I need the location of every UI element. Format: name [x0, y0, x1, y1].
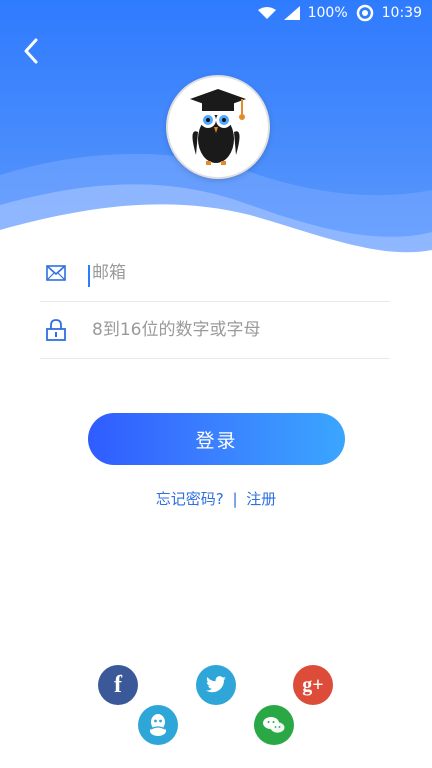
email-field[interactable] — [40, 245, 390, 302]
qq-penguin-icon — [150, 714, 166, 736]
back-button[interactable] — [18, 38, 44, 64]
login-button[interactable]: 登录 — [88, 413, 345, 465]
mail-icon — [42, 265, 70, 281]
wechat-button[interactable] — [254, 705, 294, 745]
clock: 10:39 — [381, 5, 422, 21]
qq-button[interactable] — [138, 705, 178, 745]
wifi-icon — [257, 6, 276, 20]
google-plus-icon: g+ — [302, 673, 324, 696]
status-bar: 100% 10:39 — [0, 0, 432, 26]
password-input[interactable] — [90, 314, 390, 346]
facebook-button[interactable]: f — [98, 665, 138, 705]
signal-icon — [283, 6, 300, 20]
forgot-password-link[interactable]: 忘记密码? — [156, 488, 224, 509]
wechat-icon — [263, 717, 285, 733]
battery-saver-icon — [356, 4, 374, 22]
google-plus-button[interactable]: g+ — [293, 665, 333, 705]
password-field[interactable] — [40, 302, 390, 359]
register-link[interactable]: 注册 — [246, 488, 276, 509]
link-separator: | — [232, 490, 238, 508]
chevron-left-icon — [24, 38, 38, 64]
avatar — [166, 75, 270, 179]
twitter-button[interactable] — [196, 665, 236, 705]
email-input[interactable] — [90, 257, 390, 289]
owl-graduate-logo — [190, 89, 246, 165]
twitter-icon — [206, 676, 226, 693]
battery-percentage: 100% — [307, 5, 348, 21]
text-caret — [88, 265, 90, 287]
login-form — [40, 245, 390, 359]
account-links: 忘记密码? | 注册 — [0, 488, 432, 509]
facebook-icon: f — [114, 671, 122, 698]
lock-icon — [42, 319, 70, 341]
